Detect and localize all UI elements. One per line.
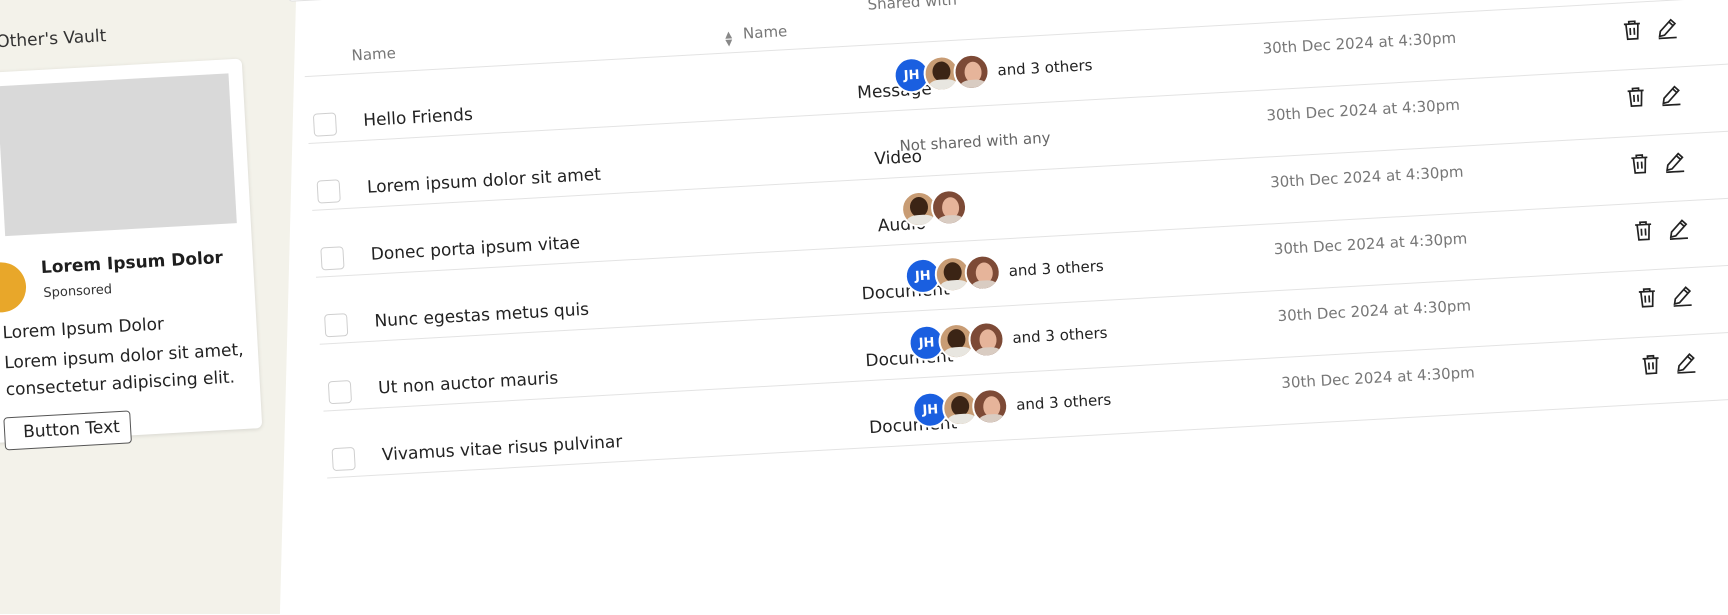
vault-table: Name ▲ ▼ Name Shared with Hello Friends M…: [301, 0, 1728, 479]
avatar-woman[interactable]: [952, 52, 991, 91]
row-actions: [1622, 16, 1677, 41]
row-name[interactable]: Ut non auctor mauris: [378, 368, 559, 398]
shared-with-avatars: JH and 3 others: [907, 315, 1109, 362]
vault-title: Other's Vault: [0, 26, 107, 53]
ad-headline: Lorem Ipsum Dolor: [2, 314, 165, 344]
shared-with-avatars: JH and 3 others: [911, 382, 1112, 429]
row-date: 30th Dec 2024 at 4:30pm: [1277, 296, 1472, 326]
row-actions: [1625, 83, 1681, 108]
row-date: 30th Dec 2024 at 4:30pm: [1262, 28, 1457, 58]
ad-title: Lorem Ipsum Dolor: [40, 247, 224, 279]
shared-with-avatars: JH and 3 others: [903, 248, 1105, 295]
ad-cta-button[interactable]: Button Text: [3, 410, 132, 451]
avatar-woman[interactable]: [967, 320, 1006, 359]
row-date: 30th Dec 2024 at 4:30pm: [1273, 229, 1468, 259]
ad-image-placeholder: [0, 73, 237, 237]
sponsored-ad-card: Lorem Ipsum Dolor Sponsored Lorem Ipsum …: [0, 58, 263, 451]
row-date: 30th Dec 2024 at 4:30pm: [1269, 162, 1465, 192]
row-date: 30th Dec 2024 at 4:30pm: [1265, 95, 1461, 125]
row-name[interactable]: Vivamus vitae risus pulvinar: [381, 432, 622, 465]
pencil-icon[interactable]: [1671, 284, 1692, 307]
avatar-woman[interactable]: [971, 387, 1010, 426]
trash-icon[interactable]: [1633, 219, 1654, 242]
row-name[interactable]: Nunc egestas metus quis: [374, 300, 590, 332]
header-shared-with: Shared with: [867, 0, 958, 14]
row-name[interactable]: Donec porta ipsum vitae: [370, 233, 580, 265]
row-actions: [1633, 217, 1688, 242]
trash-icon[interactable]: [1629, 152, 1650, 175]
trash-icon[interactable]: [1637, 286, 1658, 309]
row-actions: [1640, 351, 1696, 376]
pencil-icon[interactable]: [1659, 83, 1681, 107]
shared-with-avatars: [900, 188, 969, 228]
row-checkbox[interactable]: [327, 380, 353, 405]
row-actions: [1629, 150, 1685, 175]
avatar-woman[interactable]: [963, 253, 1002, 292]
shared-others-count[interactable]: and 3 others: [1008, 257, 1104, 280]
row-name[interactable]: Hello Friends: [363, 105, 474, 131]
row-checkbox[interactable]: [320, 246, 345, 271]
row-checkbox[interactable]: [324, 313, 349, 338]
shared-with-avatars: JH and 3 others: [892, 47, 1094, 95]
header-type[interactable]: Name: [743, 22, 788, 42]
ad-sponsored-label: Sponsored: [43, 282, 113, 302]
row-actions: [1637, 284, 1692, 309]
sort-icon[interactable]: ▲ ▼: [725, 30, 733, 48]
shared-others-count[interactable]: and 3 others: [1012, 324, 1108, 347]
trash-icon[interactable]: [1622, 18, 1643, 41]
main-scene: Other's Vault Lorem Ipsum Dolor Sponsore…: [0, 0, 1728, 613]
avatar-woman[interactable]: [930, 188, 969, 227]
ad-avatar: [0, 261, 28, 314]
pencil-icon[interactable]: [1667, 217, 1688, 241]
row-checkbox[interactable]: [331, 446, 356, 472]
row-checkbox[interactable]: [312, 112, 338, 137]
pencil-icon[interactable]: [1674, 351, 1696, 374]
ad-body-text: Lorem ipsum dolor sit amet, consectetur …: [3, 339, 245, 401]
trash-icon[interactable]: [1640, 353, 1661, 376]
table-body: Hello Friends Message JH and 3 others 30t…: [304, 0, 1728, 479]
row-date: 30th Dec 2024 at 4:30pm: [1280, 363, 1476, 393]
shared-others-count[interactable]: and 3 others: [997, 56, 1093, 79]
header-name[interactable]: Name: [351, 44, 396, 64]
trash-icon[interactable]: [1625, 85, 1646, 108]
pencil-icon[interactable]: [1656, 16, 1677, 40]
row-checkbox[interactable]: [316, 179, 341, 204]
shared-others-count[interactable]: and 3 others: [1016, 391, 1112, 414]
row-name[interactable]: Lorem ipsum dolor sit amet: [366, 165, 601, 198]
pencil-icon[interactable]: [1663, 150, 1685, 174]
